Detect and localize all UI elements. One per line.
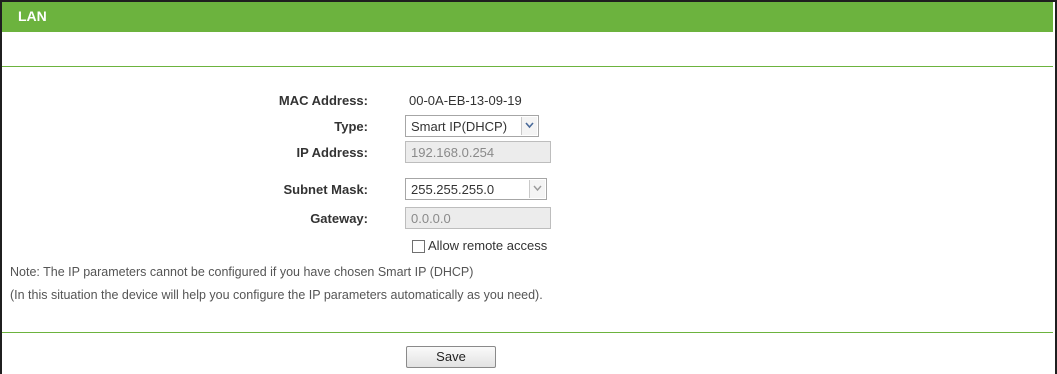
save-button[interactable]: Save: [406, 346, 496, 368]
allow-remote-access-label: Allow remote access: [428, 238, 548, 253]
gateway-input[interactable]: 0.0.0.0: [405, 207, 551, 229]
note-line-2: (In this situation the device will help …: [10, 288, 543, 302]
subnet-mask-select[interactable]: 255.255.255.0: [405, 178, 547, 200]
chevron-down-icon[interactable]: [529, 180, 545, 198]
section-header: LAN: [2, 2, 1053, 32]
chevron-down-icon[interactable]: [521, 117, 537, 135]
divider-bottom: [2, 332, 1053, 333]
ip-address-input[interactable]: 192.168.0.254: [405, 141, 551, 163]
gateway-label: Gateway:: [310, 211, 368, 226]
type-select[interactable]: Smart IP(DHCP): [405, 115, 539, 137]
divider-top: [2, 66, 1053, 67]
mac-address-label: MAC Address:: [278, 93, 368, 108]
ip-address-label: IP Address:: [296, 145, 368, 160]
note-line-1: Note: The IP parameters cannot be config…: [10, 265, 474, 279]
section-title: LAN: [18, 8, 47, 24]
mac-address-value: 00-0A-EB-13-09-19: [409, 93, 522, 108]
type-select-value: Smart IP(DHCP): [411, 119, 508, 134]
subnet-mask-select-value: 255.255.255.0: [411, 182, 495, 197]
allow-remote-access-checkbox[interactable]: [412, 240, 425, 253]
subnet-mask-label: Subnet Mask:: [283, 182, 368, 197]
type-label: Type:: [334, 119, 368, 134]
